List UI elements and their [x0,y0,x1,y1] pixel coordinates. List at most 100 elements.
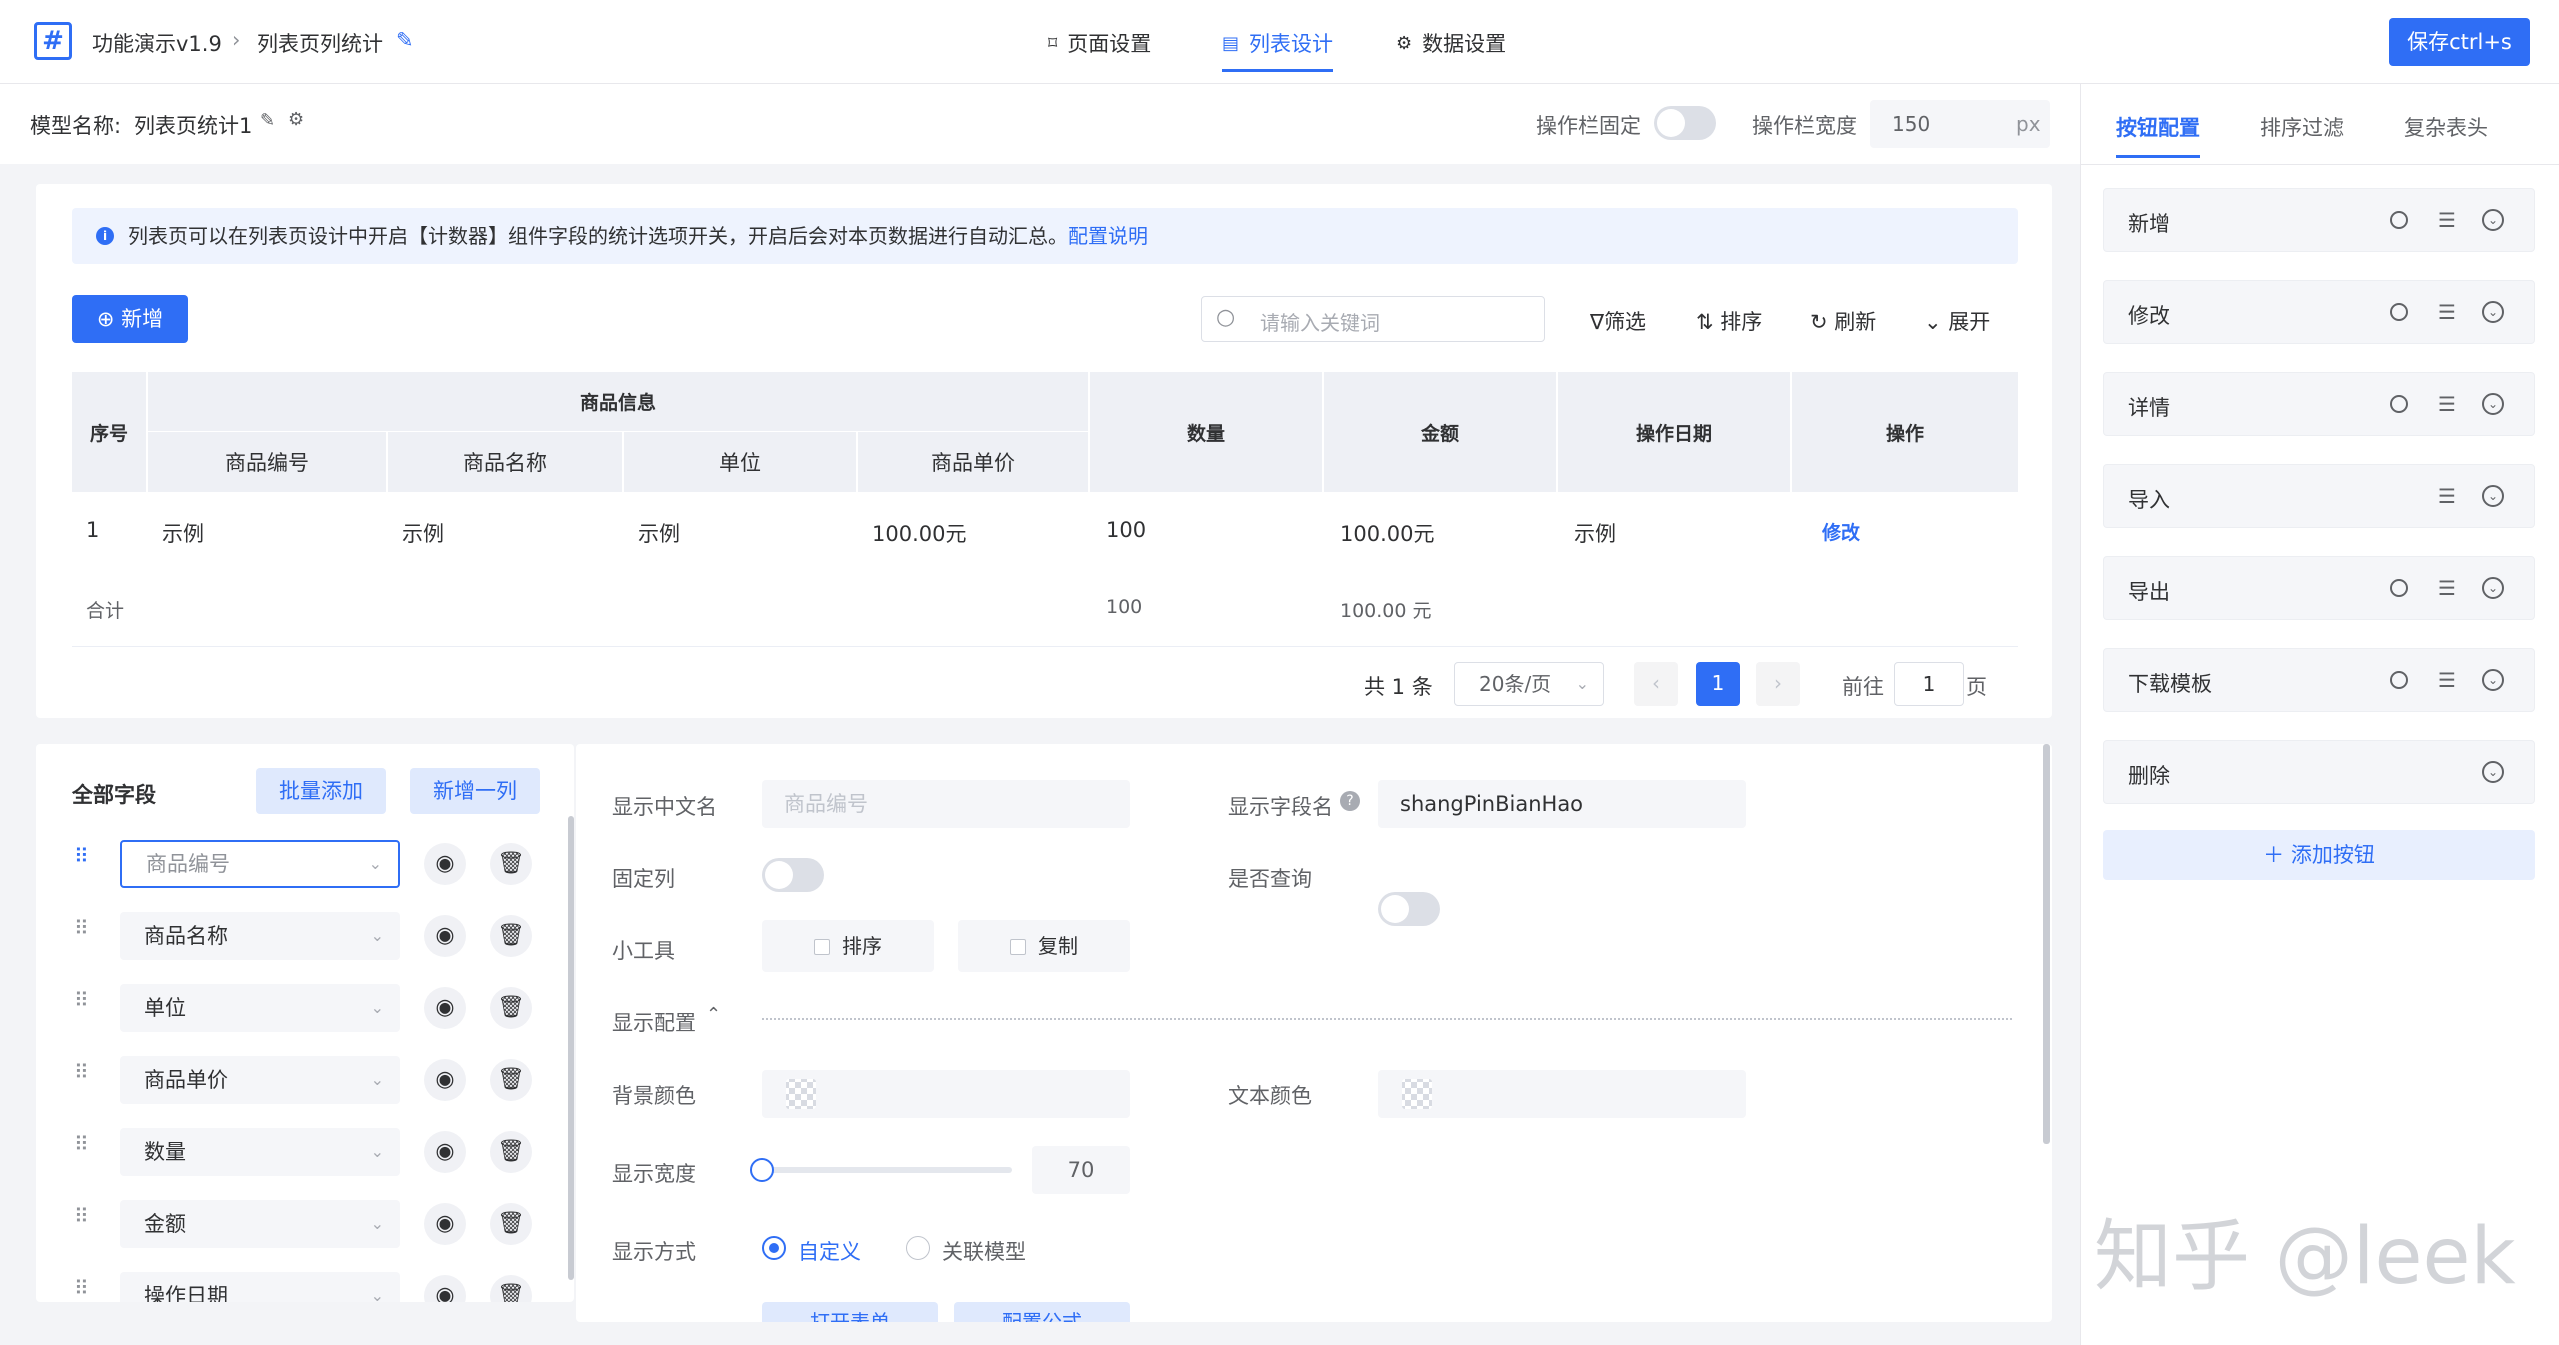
button-config-item[interactable]: 详情 ☰ ⌄ [2103,372,2535,436]
fixed-column-toggle[interactable] [1654,106,1716,140]
drag-handle-icon[interactable]: ⠿ [74,1132,89,1156]
eye-icon[interactable]: ◉ [424,1131,466,1173]
trash-icon[interactable]: 🗑 [490,1059,532,1101]
goto-page-input[interactable]: 1 [1894,662,1964,706]
gear-icon[interactable] [2390,303,2408,321]
chevron-down-icon[interactable]: ⌄ [2482,577,2504,599]
tab-button-config[interactable]: 按钮配置 [2116,112,2200,158]
page-size-select[interactable]: 20条/页 ⌄ [1454,662,1604,706]
mode-model-radio[interactable] [906,1236,930,1260]
drag-handle-icon[interactable]: ⠿ [74,916,89,940]
next-page-button[interactable]: › [1756,662,1800,706]
eye-icon[interactable]: ◉ [424,1203,466,1245]
chevron-down-icon[interactable]: ⌄ [2482,301,2504,323]
trash-icon[interactable]: 🗑 [490,987,532,1029]
field-select[interactable]: 单位 ⌄ [120,984,400,1032]
field-select[interactable]: 商品单价 ⌄ [120,1056,400,1104]
chevron-down-icon[interactable]: ⌄ [2482,209,2504,231]
field-select[interactable]: 操作日期 ⌄ [120,1272,400,1302]
eye-icon[interactable]: ◉ [424,915,466,957]
chevron-down-icon[interactable]: ⌄ [2482,485,2504,507]
expand-button[interactable]: ⌄ 展开 [1924,306,1990,336]
cn-name-input[interactable]: 商品编号 [762,780,1130,828]
column-header-action: 操作 [1792,372,2018,492]
sort-tool-checkbox[interactable]: 排序 [762,920,934,972]
eye-icon[interactable]: ◉ [424,1275,466,1302]
button-config-item[interactable]: 新增 ☰ ⌄ [2103,188,2535,252]
eye-icon[interactable]: ◉ [424,1059,466,1101]
tab-complex-header[interactable]: 复杂表头 [2404,112,2488,142]
field-select[interactable]: 商品编号 ⌄ [120,840,400,888]
display-config-toggle[interactable]: 显示配置 [612,1007,696,1037]
button-config-item[interactable]: 导出 ☰ ⌄ [2103,556,2535,620]
column-width-input[interactable]: 150 px [1870,100,2050,148]
text-color-picker[interactable] [1378,1070,1746,1118]
column-header-price: 商品单价 [858,432,1088,492]
button-config-item[interactable]: 删除 ⌄ [2103,740,2535,804]
save-button[interactable]: 保存ctrl+s [2389,18,2530,66]
field-select[interactable]: 金额 ⌄ [120,1200,400,1248]
chevron-down-icon[interactable]: ⌄ [2482,669,2504,691]
help-icon[interactable]: ? [1340,791,1360,811]
right-panel [2080,84,2559,1345]
mode-custom-label[interactable]: 自定义 [798,1236,861,1266]
chevron-down-icon[interactable]: ⌄ [2482,393,2504,415]
field-name-input[interactable]: shangPinBianHao [1378,780,1746,828]
chevron-up-icon[interactable]: ⌃ [706,1004,721,1025]
drag-handle-icon[interactable]: ⠿ [74,1060,89,1084]
scrollbar[interactable] [2043,744,2050,1144]
gear-icon[interactable] [2390,211,2408,229]
chevron-down-icon[interactable]: ⌄ [2482,761,2504,783]
list-settings-icon[interactable]: ☰ [2434,575,2460,601]
mode-custom-radio[interactable] [762,1236,786,1260]
button-config-item[interactable]: 导入 ☰ ⌄ [2103,464,2535,528]
filter-button[interactable]: ∇筛选 [1590,306,1646,336]
list-settings-icon[interactable]: ☰ [2434,667,2460,693]
tab-page-settings[interactable]: ⌑ 页面设置 [1048,28,1151,58]
query-toggle[interactable] [1378,892,1440,926]
eye-icon[interactable]: ◉ [424,843,466,885]
button-config-item[interactable]: 下载模板 ☰ ⌄ [2103,648,2535,712]
width-slider-track[interactable] [762,1167,1012,1173]
config-help-link[interactable]: 配置说明 [1068,224,1148,248]
trash-icon[interactable]: 🗑 [490,1203,532,1245]
prev-page-button[interactable]: ‹ [1634,662,1678,706]
button-config-item[interactable]: 修改 ☰ ⌄ [2103,280,2535,344]
trash-icon[interactable]: 🗑 [490,1275,532,1302]
list-settings-icon[interactable]: ☰ [2434,483,2460,509]
eye-icon[interactable]: ◉ [424,987,466,1029]
width-slider-thumb[interactable] [750,1158,774,1182]
copy-tool-checkbox[interactable]: 复制 [958,920,1130,972]
gear-icon[interactable] [2390,579,2408,597]
field-select[interactable]: 商品名称 ⌄ [120,912,400,960]
divider [622,432,624,492]
tab-sort-filter[interactable]: 排序过滤 [2260,112,2344,142]
trash-icon[interactable]: 🗑 [490,1131,532,1173]
add-button[interactable]: ＋ 添加按钮 [2103,830,2535,880]
drag-handle-icon[interactable]: ⠿ [74,1276,89,1300]
sort-button[interactable]: ⇅ 排序 [1696,306,1762,336]
trash-icon[interactable]: 🗑 [490,843,532,885]
drag-handle-icon[interactable]: ⠿ [74,1204,89,1228]
tab-list-design[interactable]: ▤ 列表设计 [1222,28,1334,72]
edit-row-link[interactable]: 修改 [1822,518,1860,545]
refresh-button[interactable]: ↻ 刷新 [1810,306,1876,336]
drag-handle-icon[interactable]: ⠿ [74,844,89,868]
bg-color-picker[interactable] [762,1070,1130,1118]
tab-data-settings[interactable]: ⚙ 数据设置 [1396,28,1506,58]
formula-button[interactable]: 配置公式 [954,1302,1130,1322]
mode-model-label[interactable]: 关联模型 [942,1236,1026,1266]
list-settings-icon[interactable]: ☰ [2434,391,2460,417]
gear-icon[interactable] [2390,395,2408,413]
drag-handle-icon[interactable]: ⠿ [74,988,89,1012]
list-settings-icon[interactable]: ☰ [2434,207,2460,233]
width-input[interactable]: 70 [1032,1146,1130,1194]
trash-icon[interactable]: 🗑 [490,915,532,957]
page-1-button[interactable]: 1 [1696,662,1740,706]
open-form-button[interactable]: 打开表单 [762,1302,938,1322]
fixed-column-toggle[interactable] [762,858,824,892]
gear-icon[interactable] [2390,671,2408,689]
search-input[interactable]: ○ 请输入关键词 [1201,296,1545,342]
list-settings-icon[interactable]: ☰ [2434,299,2460,325]
field-select[interactable]: 数量 ⌄ [120,1128,400,1176]
